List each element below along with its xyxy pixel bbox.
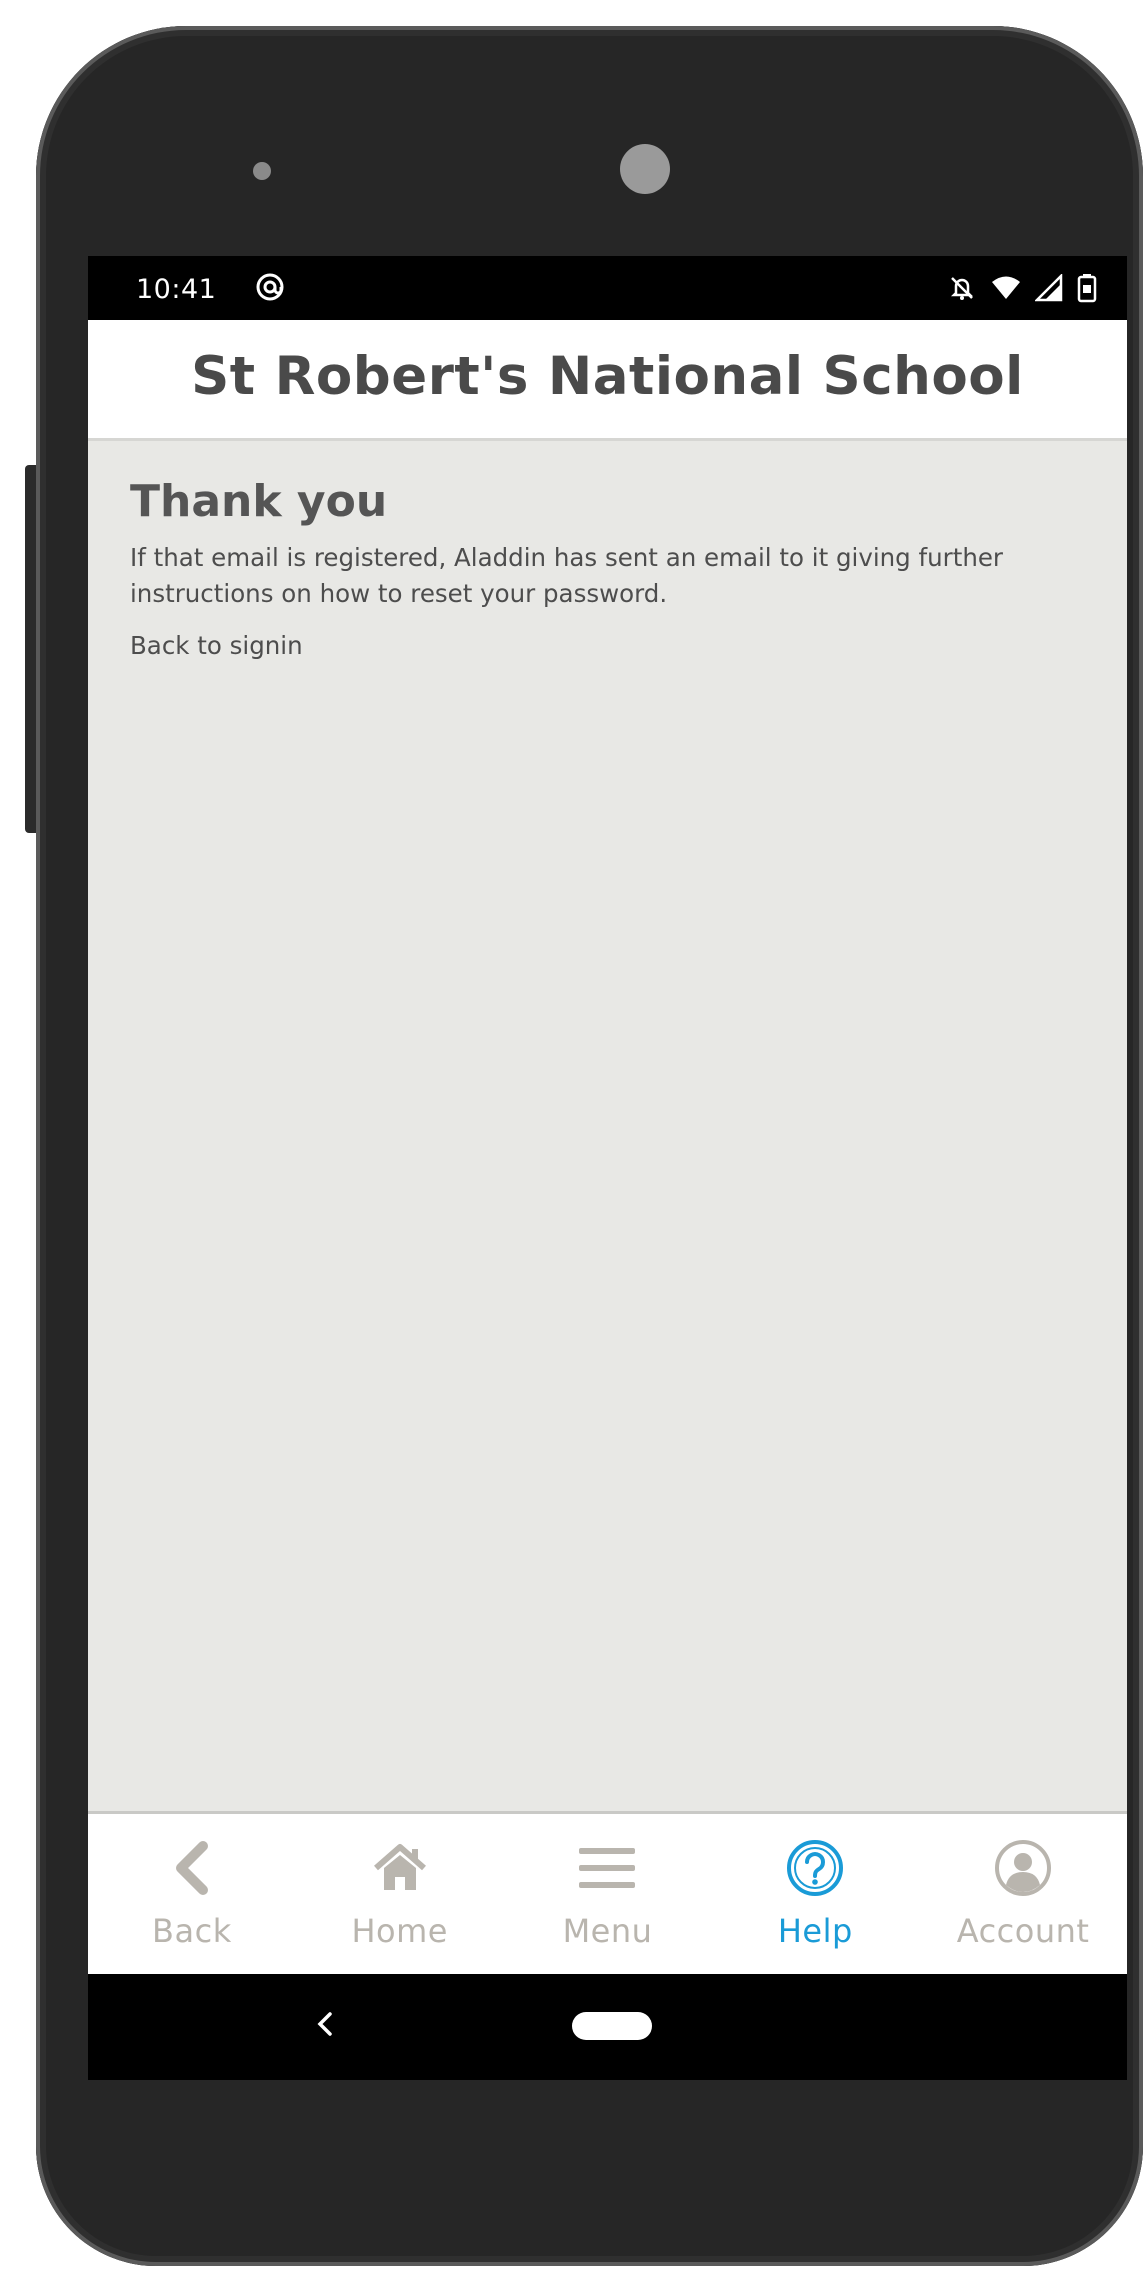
wifi-icon (991, 273, 1021, 303)
back-to-signin-link[interactable]: Back to signin (130, 628, 303, 664)
hamburger-menu-icon (575, 1836, 639, 1900)
phone-sensor-dot (253, 162, 271, 180)
tab-account[interactable]: Account (919, 1814, 1127, 1977)
school-title: St Robert's National School (191, 346, 1024, 407)
signal-icon (1035, 274, 1063, 302)
status-icons (947, 272, 1097, 304)
home-icon (368, 1836, 432, 1900)
main-content: Thank you If that email is registered, A… (130, 472, 1090, 664)
notifications-off-icon (947, 273, 977, 303)
tab-back-label: Back (152, 1912, 232, 1950)
phone-screen: 10:41 St Robert's National School Thank … (88, 256, 1127, 2080)
tab-help-label: Help (777, 1912, 853, 1950)
tab-account-label: Account (956, 1912, 1090, 1950)
tab-back[interactable]: Back (88, 1814, 296, 1977)
status-time: 10:41 (136, 274, 217, 305)
bottom-tab-bar: Back Home Menu Help Account (88, 1811, 1127, 1977)
tab-menu-label: Menu (562, 1912, 653, 1950)
system-home-pill[interactable] (572, 2012, 652, 2040)
canvas: 10:41 St Robert's National School Thank … (0, 0, 1143, 2279)
phone-camera (620, 144, 670, 194)
battery-icon (1077, 273, 1097, 303)
at-sign-icon (254, 271, 286, 303)
tab-help[interactable]: Help (711, 1814, 919, 1977)
page-heading: Thank you (130, 476, 388, 527)
app-header: St Robert's National School (88, 320, 1127, 441)
status-bar: 10:41 (88, 256, 1127, 320)
account-user-icon (991, 1836, 1055, 1900)
tab-home-label: Home (351, 1912, 448, 1950)
tab-menu[interactable]: Menu (504, 1814, 712, 1977)
system-nav-bar (88, 1974, 1127, 2080)
tab-home[interactable]: Home (296, 1814, 504, 1977)
help-question-icon (783, 1836, 847, 1900)
system-back-icon[interactable] (306, 2004, 346, 2044)
reset-message: If that email is registered, Aladdin has… (130, 543, 1004, 608)
chevron-left-icon (160, 1836, 224, 1900)
